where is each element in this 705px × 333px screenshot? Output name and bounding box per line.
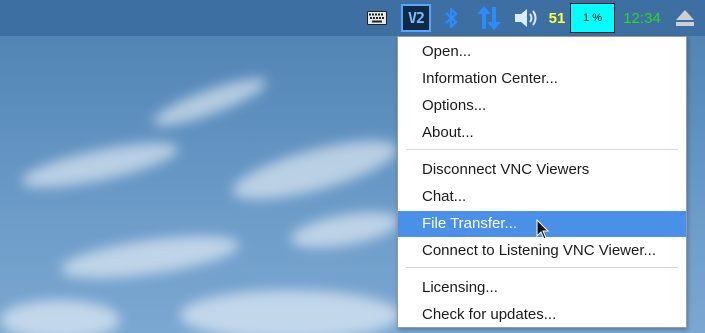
menu-item-disconnect-viewers[interactable]: Disconnect VNC Viewers: [398, 157, 686, 183]
menu-item-chat[interactable]: Chat...: [398, 184, 686, 210]
vnc-context-menu: Open... Information Center... Options...…: [397, 36, 687, 328]
cloud: [58, 227, 242, 287]
cloud: [0, 300, 120, 333]
menu-separator: [406, 267, 678, 268]
menu-item-open[interactable]: Open...: [398, 39, 686, 65]
menu-item-about[interactable]: About...: [398, 120, 686, 146]
cloud: [18, 133, 182, 197]
menu-separator: [406, 149, 678, 150]
desktop[interactable]: V2 51 1 % 12:34 Open... Information Cent…: [0, 0, 705, 333]
volume-icon[interactable]: [512, 0, 542, 36]
menu-item-connect-listening-viewer[interactable]: Connect to Listening VNC Viewer...: [398, 238, 686, 264]
menu-item-check-updates[interactable]: Check for updates...: [398, 302, 686, 328]
cpu-usage-monitor[interactable]: 1 %: [570, 0, 615, 36]
cpu-temperature[interactable]: 51: [546, 0, 568, 36]
menu-item-options[interactable]: Options...: [398, 93, 686, 119]
mouse-pointer-icon: [536, 219, 550, 240]
cloud: [180, 290, 400, 333]
clock[interactable]: 12:34: [618, 0, 666, 36]
bluetooth-icon[interactable]: [440, 0, 462, 36]
network-arrows-icon[interactable]: [474, 0, 504, 36]
taskbar: V2 51 1 % 12:34: [0, 0, 705, 36]
vnc-label: V2: [401, 4, 431, 32]
keyboard-icon[interactable]: [364, 0, 390, 36]
menu-item-information-center[interactable]: Information Center...: [398, 66, 686, 92]
cloud: [149, 70, 271, 134]
cloud: [227, 128, 403, 212]
eject-icon[interactable]: [672, 0, 698, 36]
vnc-server-icon[interactable]: V2: [398, 0, 434, 36]
cloud: [288, 205, 402, 255]
menu-item-licensing[interactable]: Licensing...: [398, 275, 686, 301]
cpu-usage-value: 1 %: [570, 3, 615, 33]
